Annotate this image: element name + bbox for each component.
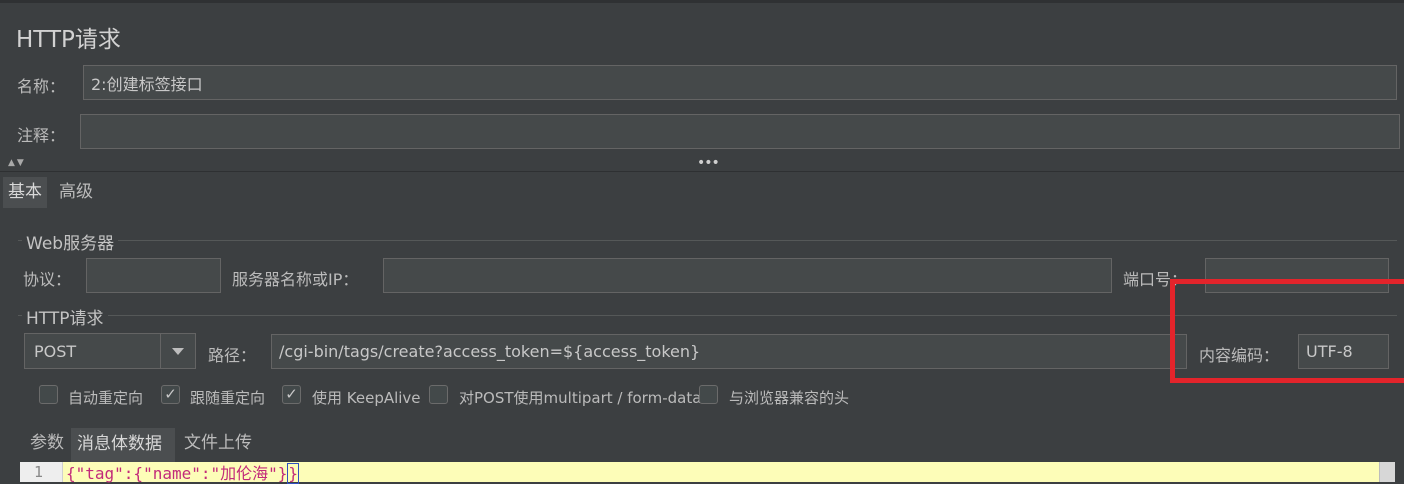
chevron-down-icon <box>172 347 184 355</box>
tab-file-upload[interactable]: 文件上传 <box>179 428 257 459</box>
keepalive-label: 使用 KeepAlive <box>312 389 421 407</box>
check-icon: ✓ <box>285 385 298 403</box>
name-input-value: 2:创建标签接口 <box>91 74 203 94</box>
check-icon: ✓ <box>164 385 177 403</box>
collapse-arrows-icon[interactable]: ▲▼ <box>8 158 26 168</box>
protocol-input[interactable] <box>86 258 221 293</box>
browser-headers-label: 与浏览器兼容的头 <box>729 389 850 407</box>
method-dropdown-button[interactable] <box>160 334 195 368</box>
auto-redirect-label: 自动重定向 <box>68 389 144 407</box>
panel-title: HTTP请求 <box>16 27 121 53</box>
method-select[interactable]: POST <box>24 333 196 369</box>
server-input[interactable] <box>383 258 1112 293</box>
web-server-group-border <box>18 240 1397 241</box>
comment-label: 注释： <box>17 126 66 145</box>
method-select-value: POST <box>34 341 77 361</box>
auto-redirect-checkbox[interactable] <box>39 385 58 404</box>
line-number: 1 <box>34 463 44 481</box>
name-input[interactable]: 2:创建标签接口 <box>83 65 1397 100</box>
code-line[interactable]: {"tag":{"name":"加伦海"}} <box>66 460 300 484</box>
comment-input[interactable] <box>80 114 1400 149</box>
multipart-checkbox[interactable] <box>429 385 448 404</box>
path-input-value: /cgi-bin/tags/create?access_token=${acce… <box>279 342 701 361</box>
matching-brace: } <box>287 463 300 484</box>
web-server-group-title: Web服务器 <box>22 229 119 254</box>
name-label: 名称： <box>17 77 66 96</box>
tab-body-data[interactable]: 消息体数据 <box>71 428 175 462</box>
tab-parameters[interactable]: 参数 <box>25 428 69 459</box>
top-border <box>0 0 1404 3</box>
protocol-label: 协议： <box>23 270 72 289</box>
keepalive-checkbox[interactable]: ✓ <box>282 385 301 404</box>
follow-redirect-label: 跟随重定向 <box>190 389 266 407</box>
multipart-label: 对POST使用multipart / form-data <box>459 389 702 407</box>
code-text: {"tag":{"name":"加伦海"} <box>66 464 288 483</box>
tab-basic[interactable]: 基本 <box>3 177 47 208</box>
browser-headers-checkbox[interactable] <box>699 385 718 404</box>
path-label: 路径： <box>208 346 257 365</box>
http-request-group-title: HTTP请求 <box>22 304 108 329</box>
editor-scrollbar[interactable] <box>1379 462 1395 482</box>
follow-redirect-checkbox[interactable]: ✓ <box>161 385 180 404</box>
server-label: 服务器名称或IP： <box>232 270 359 289</box>
tab-advanced[interactable]: 高级 <box>54 177 98 208</box>
splitter-handle-icon[interactable]: ••• <box>697 155 720 171</box>
path-input[interactable]: /cgi-bin/tags/create?access_token=${acce… <box>271 334 1187 369</box>
highlight-annotation-box <box>1170 279 1404 383</box>
